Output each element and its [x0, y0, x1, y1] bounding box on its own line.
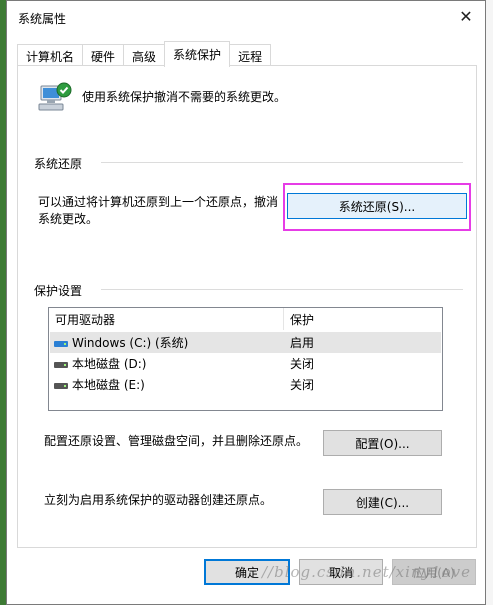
system-restore-button[interactable]: 系统还原(S)... [287, 193, 467, 219]
intro-text: 使用系统保护撤消不需要的系统更改。 [82, 90, 287, 104]
system-protection-panel: 使用系统保护撤消不需要的系统更改。 系统还原 可以通过将计算机还原到上一个还原点… [17, 65, 477, 548]
drive-cell: Windows (C:) (系统) [50, 334, 284, 351]
tab-hardware[interactable]: 硬件 [82, 44, 125, 67]
protection-status: 启用 [290, 336, 315, 350]
table-row[interactable]: 本地磁盘 (E:) 关闭 [50, 374, 441, 395]
disk-drive-icon [54, 359, 68, 369]
drive-cell: 本地磁盘 (E:) [50, 376, 284, 393]
divider [101, 162, 463, 163]
system-restore-description: 可以通过将计算机还原到上一个还原点，撤消系统更改。 [38, 195, 279, 226]
background-window-edge [486, 0, 493, 605]
drive-name: Windows (C:) (系统) [72, 336, 189, 350]
watermark-text: //blog.csdn.net/xiny1ove [262, 563, 471, 581]
protection-status: 关闭 [290, 378, 315, 392]
protection-settings-title: 保护设置 [34, 284, 83, 298]
column-header-drives[interactable]: 可用驱动器 [49, 308, 284, 330]
tab-remote[interactable]: 远程 [229, 44, 272, 67]
system-drive-icon [54, 338, 68, 348]
system-protection-icon [38, 82, 72, 111]
table-row[interactable]: Windows (C:) (系统) 启用 [50, 332, 441, 353]
tab-advanced[interactable]: 高级 [123, 44, 166, 67]
configure-description: 配置还原设置、管理磁盘空间，并且删除还原点。 [44, 434, 309, 448]
drives-table: 可用驱动器 保护 Windows (C:) (系统) 启用 本地磁盘 (D:) … [48, 307, 443, 411]
tab-system-protection[interactable]: 系统保护 [164, 41, 231, 67]
system-restore-title: 系统还原 [34, 157, 83, 171]
close-icon[interactable]: ✕ [453, 4, 479, 28]
create-description: 立刻为启用系统保护的驱动器创建还原点。 [44, 493, 273, 507]
protection-status: 关闭 [290, 357, 315, 371]
divider [101, 289, 463, 290]
configure-button[interactable]: 配置(O)... [323, 430, 442, 456]
column-header-protection[interactable]: 保护 [284, 308, 441, 330]
tab-strip: 计算机名 硬件 高级 系统保护 远程 [17, 41, 272, 67]
title-bar: 系统属性 ✕ [7, 1, 485, 31]
drive-name: 本地磁盘 (D:) [72, 357, 147, 371]
system-properties-dialog: 系统属性 ✕ 计算机名 硬件 高级 系统保护 远程 使用系统保护撤消不需要的系统… [6, 0, 486, 605]
window-title: 系统属性 [18, 12, 67, 26]
disk-drive-icon [54, 380, 68, 390]
tab-computer-name[interactable]: 计算机名 [17, 44, 84, 67]
drive-cell: 本地磁盘 (D:) [50, 355, 284, 372]
create-button[interactable]: 创建(C)... [323, 489, 442, 515]
drive-name: 本地磁盘 (E:) [72, 378, 145, 392]
table-row[interactable]: 本地磁盘 (D:) 关闭 [50, 353, 441, 374]
